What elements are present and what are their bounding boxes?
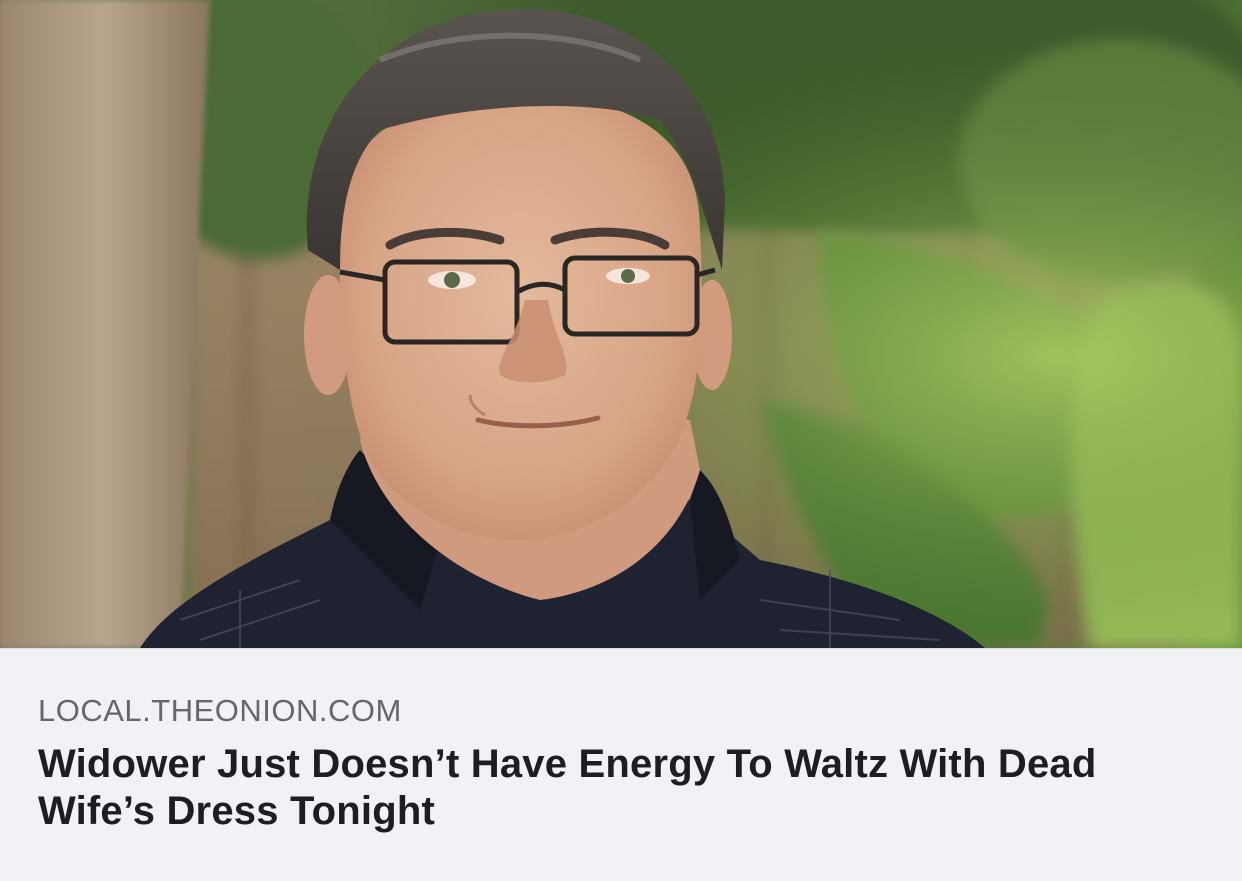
link-domain: LOCAL.THEONION.COM [38, 693, 402, 728]
article-photo[interactable] [0, 0, 1242, 648]
link-preview[interactable]: LOCAL.THEONION.COM Widower Just Doesn’t … [0, 648, 1242, 881]
article-headline[interactable]: Widower Just Doesn’t Have Energy To Walt… [38, 741, 1208, 835]
link-share-card[interactable]: LOCAL.THEONION.COM Widower Just Doesn’t … [0, 0, 1242, 881]
portrait-illustration [0, 0, 1242, 648]
